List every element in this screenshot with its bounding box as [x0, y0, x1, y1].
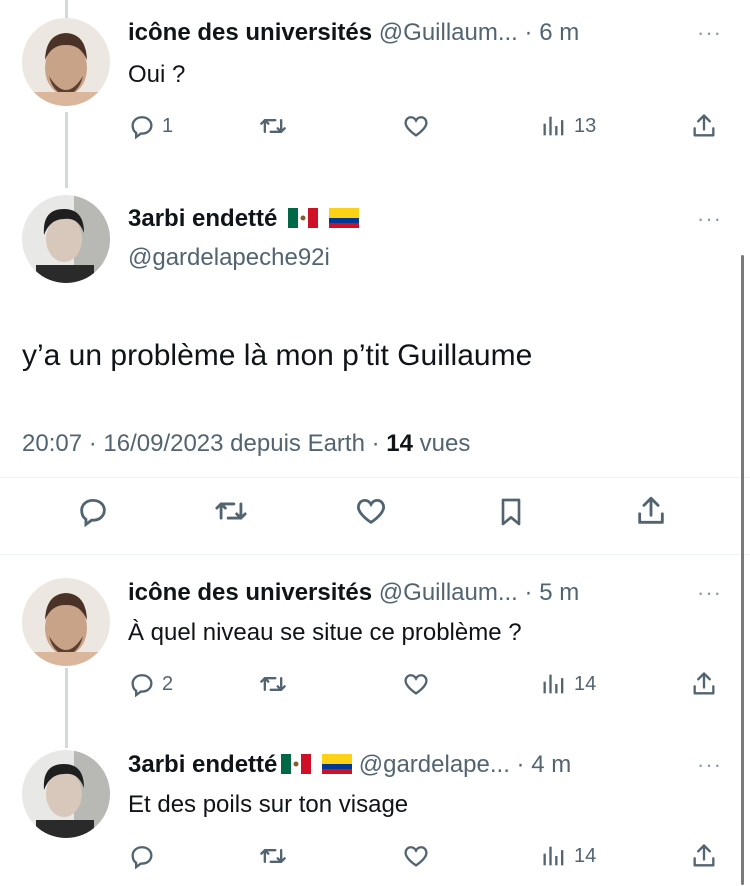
- display-name[interactable]: icône des universités: [128, 19, 372, 46]
- more-options-icon[interactable]: ···: [697, 752, 722, 778]
- heart-icon: [404, 674, 428, 695]
- retweet-button[interactable]: [213, 494, 249, 528]
- share-button[interactable]: [634, 494, 668, 528]
- timestamp[interactable]: · 4 m: [517, 751, 572, 778]
- retweet-button[interactable]: [258, 842, 288, 870]
- more-options-icon[interactable]: ···: [697, 20, 722, 46]
- display-name-text: 3arbi endetté: [128, 205, 278, 232]
- tweet-meta: 20:07 · 16/09/2023 depuis Earth · 14 vue…: [22, 428, 470, 460]
- like-button[interactable]: [400, 670, 432, 698]
- timestamp[interactable]: · 6 m: [525, 19, 580, 46]
- handle[interactable]: @Guillaum...: [379, 19, 518, 46]
- reply-button[interactable]: 2: [128, 670, 173, 698]
- heart-icon: [404, 116, 428, 137]
- more-options-icon[interactable]: ···: [697, 206, 722, 232]
- reply-header: 3arbi endetté @gardelape... · 4 m: [128, 750, 571, 780]
- reply-icon: [131, 674, 153, 698]
- avatar[interactable]: [22, 750, 110, 838]
- colombia-flag-icon: [328, 208, 359, 228]
- heart-icon: [404, 846, 428, 867]
- share-button[interactable]: [690, 112, 718, 140]
- display-name[interactable]: icône des universités: [128, 579, 372, 606]
- mexico-flag-icon: [281, 754, 312, 774]
- reply-icon: [131, 116, 153, 140]
- reply-tweet-2[interactable]: icône des universités @Guillaum... · 5 m…: [0, 578, 750, 718]
- tweet-text: Et des poils sur ton visage: [128, 791, 409, 818]
- thread-line-top: [65, 0, 68, 18]
- timestamp[interactable]: · 5 m: [525, 579, 580, 606]
- bookmark-icon: [501, 498, 521, 526]
- views-label: vues: [419, 430, 471, 457]
- views-button[interactable]: 14: [540, 842, 596, 870]
- views-icon: [543, 116, 564, 136]
- tweet-text: Oui ?: [128, 61, 186, 88]
- tweet-text: À quel niveau se situe ce problème ?: [128, 619, 522, 646]
- colombia-flag-icon: [322, 754, 353, 774]
- like-button[interactable]: [352, 494, 390, 528]
- views-button[interactable]: 13: [540, 112, 596, 140]
- retweet-icon: [260, 119, 286, 133]
- reply-tweet-1[interactable]: icône des universités @Guillaum... · 6 m…: [0, 18, 750, 158]
- reply-tweet-3[interactable]: 3arbi endetté @gardelape... · 4 m ··· Et…: [0, 750, 750, 886]
- reply-header: icône des universités @Guillaum... · 5 m: [128, 578, 579, 608]
- reply-button[interactable]: [76, 494, 110, 528]
- like-button[interactable]: [400, 842, 432, 870]
- timestamp[interactable]: 20:07 · 16/09/2023 depuis Earth ·: [22, 430, 380, 457]
- divider: [0, 477, 750, 478]
- share-icon: [638, 496, 664, 524]
- reply-icon: [80, 498, 106, 528]
- views-icon: [543, 674, 564, 694]
- heart-icon: [357, 498, 385, 525]
- share-icon: [693, 672, 715, 695]
- reply-header: icône des universités @Guillaum... · 6 m: [128, 18, 579, 48]
- retweet-button[interactable]: [258, 112, 288, 140]
- handle[interactable]: @gardelapeche92i: [128, 243, 330, 273]
- scrollbar[interactable]: [741, 255, 744, 885]
- mexico-flag-icon: [288, 208, 319, 228]
- display-name[interactable]: 3arbi endetté: [128, 751, 277, 778]
- retweet-icon: [215, 502, 247, 520]
- share-button[interactable]: [690, 670, 718, 698]
- reply-count: 2: [162, 672, 174, 695]
- share-icon: [693, 844, 715, 867]
- handle[interactable]: @Guillaum...: [379, 579, 518, 606]
- avatar[interactable]: [22, 18, 110, 106]
- display-name[interactable]: 3arbi endetté: [128, 204, 359, 234]
- retweet-button[interactable]: [258, 670, 288, 698]
- handle[interactable]: @gardelape...: [359, 751, 510, 778]
- avatar[interactable]: [22, 578, 110, 666]
- reply-button[interactable]: 1: [128, 112, 173, 140]
- more-options-icon[interactable]: ···: [697, 580, 722, 606]
- tweet-text: y’a un problème là mon p’tit Guillaume: [22, 339, 533, 372]
- share-button[interactable]: [690, 842, 718, 870]
- views-button[interactable]: 14: [540, 670, 596, 698]
- view-count: 14: [386, 430, 413, 457]
- reply-icon: [131, 846, 153, 870]
- divider: [0, 554, 750, 555]
- retweet-icon: [260, 677, 286, 691]
- like-button[interactable]: [400, 112, 432, 140]
- retweet-icon: [260, 849, 286, 863]
- bookmark-button[interactable]: [495, 494, 527, 530]
- views-icon: [543, 846, 564, 866]
- view-count: 13: [574, 114, 597, 137]
- reply-button[interactable]: [128, 842, 156, 870]
- view-count: 14: [574, 844, 597, 867]
- avatar[interactable]: [22, 195, 110, 283]
- view-count: 14: [574, 672, 597, 695]
- share-icon: [693, 114, 715, 137]
- reply-count: 1: [162, 114, 174, 137]
